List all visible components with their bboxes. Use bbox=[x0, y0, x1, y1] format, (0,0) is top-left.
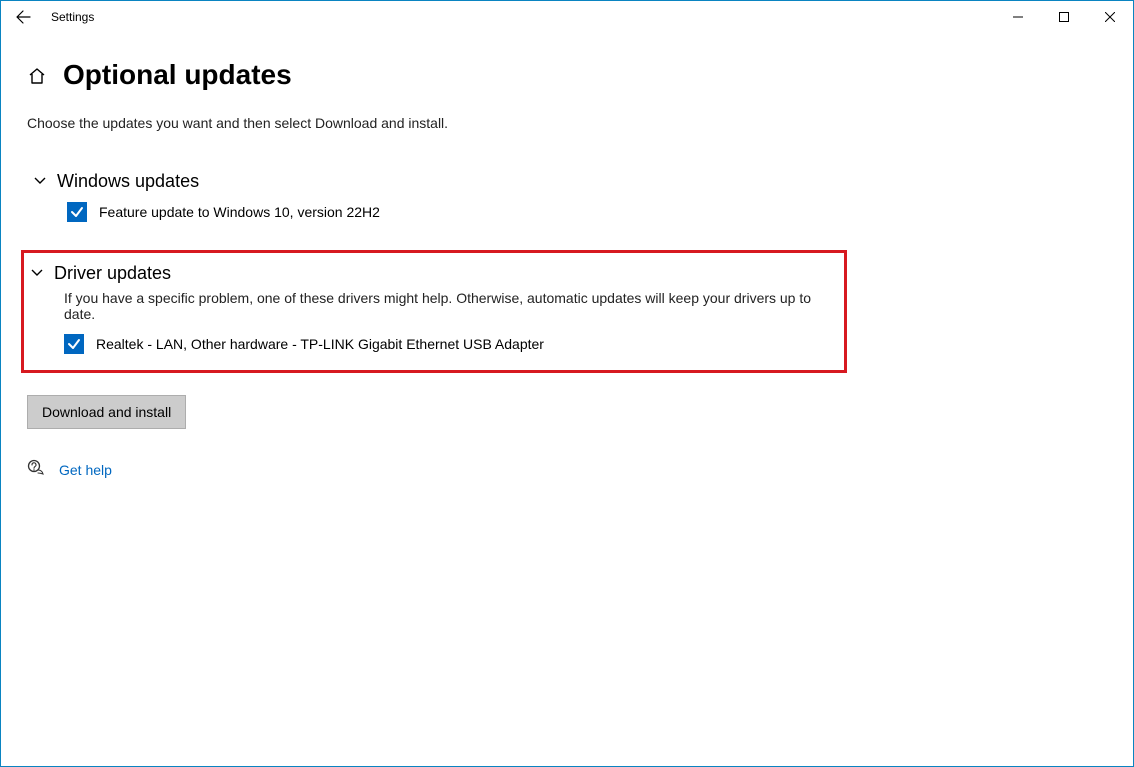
section-title: Driver updates bbox=[54, 263, 171, 284]
section-header-driver-updates[interactable]: Driver updates bbox=[30, 263, 838, 284]
app-title: Settings bbox=[51, 10, 94, 24]
close-icon bbox=[1105, 12, 1115, 22]
content-area: Optional updates Choose the updates you … bbox=[1, 33, 1133, 480]
section-header-windows-updates[interactable]: Windows updates bbox=[33, 171, 1107, 192]
check-icon bbox=[67, 337, 81, 351]
maximize-button[interactable] bbox=[1041, 1, 1087, 33]
update-item-label: Realtek - LAN, Other hardware - TP-LINK … bbox=[96, 336, 544, 352]
home-icon[interactable] bbox=[27, 64, 47, 87]
check-icon bbox=[70, 205, 84, 219]
settings-window: Settings bbox=[0, 0, 1134, 767]
maximize-icon bbox=[1059, 12, 1069, 22]
section-driver-updates: Driver updates If you have a specific pr… bbox=[21, 250, 847, 373]
minimize-icon bbox=[1013, 12, 1023, 22]
get-help-icon bbox=[27, 459, 45, 480]
checkbox-checked[interactable] bbox=[64, 334, 84, 354]
checkbox-checked[interactable] bbox=[67, 202, 87, 222]
section-description: If you have a specific problem, one of t… bbox=[64, 290, 838, 322]
chevron-down-icon bbox=[30, 265, 44, 282]
page-title: Optional updates bbox=[63, 59, 292, 91]
download-install-button[interactable]: Download and install bbox=[27, 395, 186, 429]
section-title: Windows updates bbox=[57, 171, 199, 192]
get-help-link[interactable]: Get help bbox=[59, 462, 112, 478]
update-item[interactable]: Realtek - LAN, Other hardware - TP-LINK … bbox=[64, 334, 838, 354]
titlebar: Settings bbox=[1, 1, 1133, 33]
arrow-left-icon bbox=[15, 9, 31, 25]
close-button[interactable] bbox=[1087, 1, 1133, 33]
chevron-down-icon bbox=[33, 173, 47, 190]
page-instruction: Choose the updates you want and then sel… bbox=[27, 115, 1107, 131]
minimize-button[interactable] bbox=[995, 1, 1041, 33]
section-windows-updates: Windows updates Feature update to Window… bbox=[27, 167, 1107, 226]
back-button[interactable] bbox=[1, 1, 45, 33]
update-item[interactable]: Feature update to Windows 10, version 22… bbox=[67, 202, 1107, 222]
update-item-label: Feature update to Windows 10, version 22… bbox=[99, 204, 380, 220]
